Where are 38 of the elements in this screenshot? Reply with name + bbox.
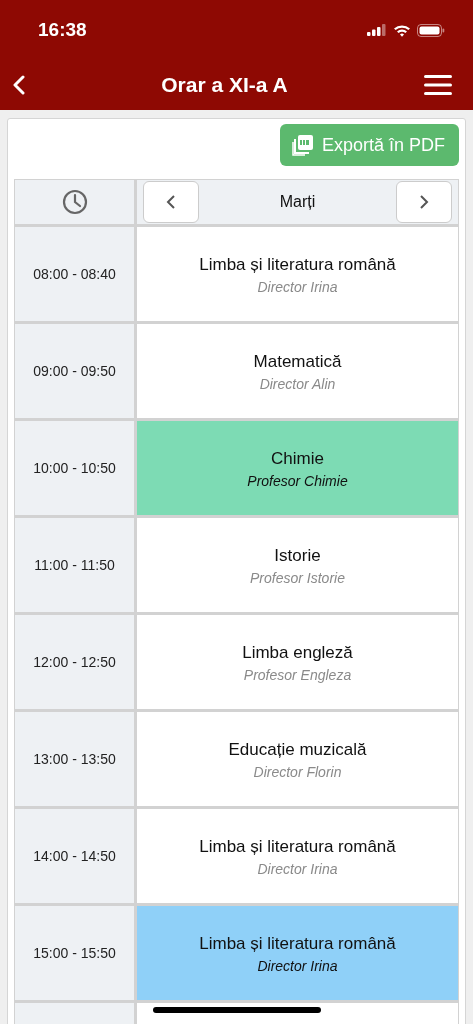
subject-name: Limba și literatura română [199, 837, 396, 857]
signal-icon [367, 24, 387, 36]
subject-name: Matematică [253, 352, 342, 372]
teacher-name: Profesor Istorie [250, 570, 345, 586]
chevron-left-icon [166, 194, 176, 210]
teacher-name: Director Irina [257, 861, 338, 877]
screen-title: Orar a XI-a A [161, 73, 288, 97]
day-label: Marți [279, 193, 316, 211]
time-cell: 14:00 - 14:50 [15, 809, 137, 903]
lesson-cell[interactable]: Chimie Profesor Chimie [137, 421, 458, 515]
teacher-name: Profesor Chimie [247, 473, 348, 489]
subject-name: Limba și literatura română [199, 934, 396, 954]
status-time: 16:38 [38, 19, 87, 41]
teacher-name: Profesor Engleza [243, 667, 352, 683]
battery-icon [417, 23, 445, 37]
subject-name: Istorie [274, 546, 321, 566]
time-cell: 09:00 - 09:50 [15, 324, 137, 418]
time-cell: 11:00 - 11:50 [15, 518, 137, 612]
pdf-icon [291, 134, 314, 156]
time-cell: 08:00 - 08:40 [15, 227, 137, 321]
lesson-cell[interactable]: Limba și literatura română Director Irina [137, 906, 458, 1000]
teacher-name: Director Florin [253, 764, 342, 780]
back-icon[interactable] [13, 75, 25, 95]
teacher-name: Director Alin [259, 376, 336, 392]
time-cell: 13:00 - 13:50 [15, 712, 137, 806]
time-cell: 12:00 - 12:50 [15, 615, 137, 709]
time-cell: 15:00 - 15:50 [15, 906, 137, 1000]
subject-name: Limba engleză [242, 643, 353, 663]
subject-name: Educație muzicală [228, 740, 367, 760]
teacher-name: Director Irina [257, 279, 338, 295]
clock-icon [61, 189, 88, 215]
wifi-icon [393, 23, 411, 37]
teacher-name: Director Irina [257, 958, 338, 974]
chevron-right-icon [419, 194, 429, 210]
menu-icon[interactable] [424, 75, 452, 95]
subject-name: Limba și literatura română [199, 255, 396, 275]
subject-name: Chimie [271, 449, 324, 469]
time-cell: 10:00 - 10:50 [15, 421, 137, 515]
